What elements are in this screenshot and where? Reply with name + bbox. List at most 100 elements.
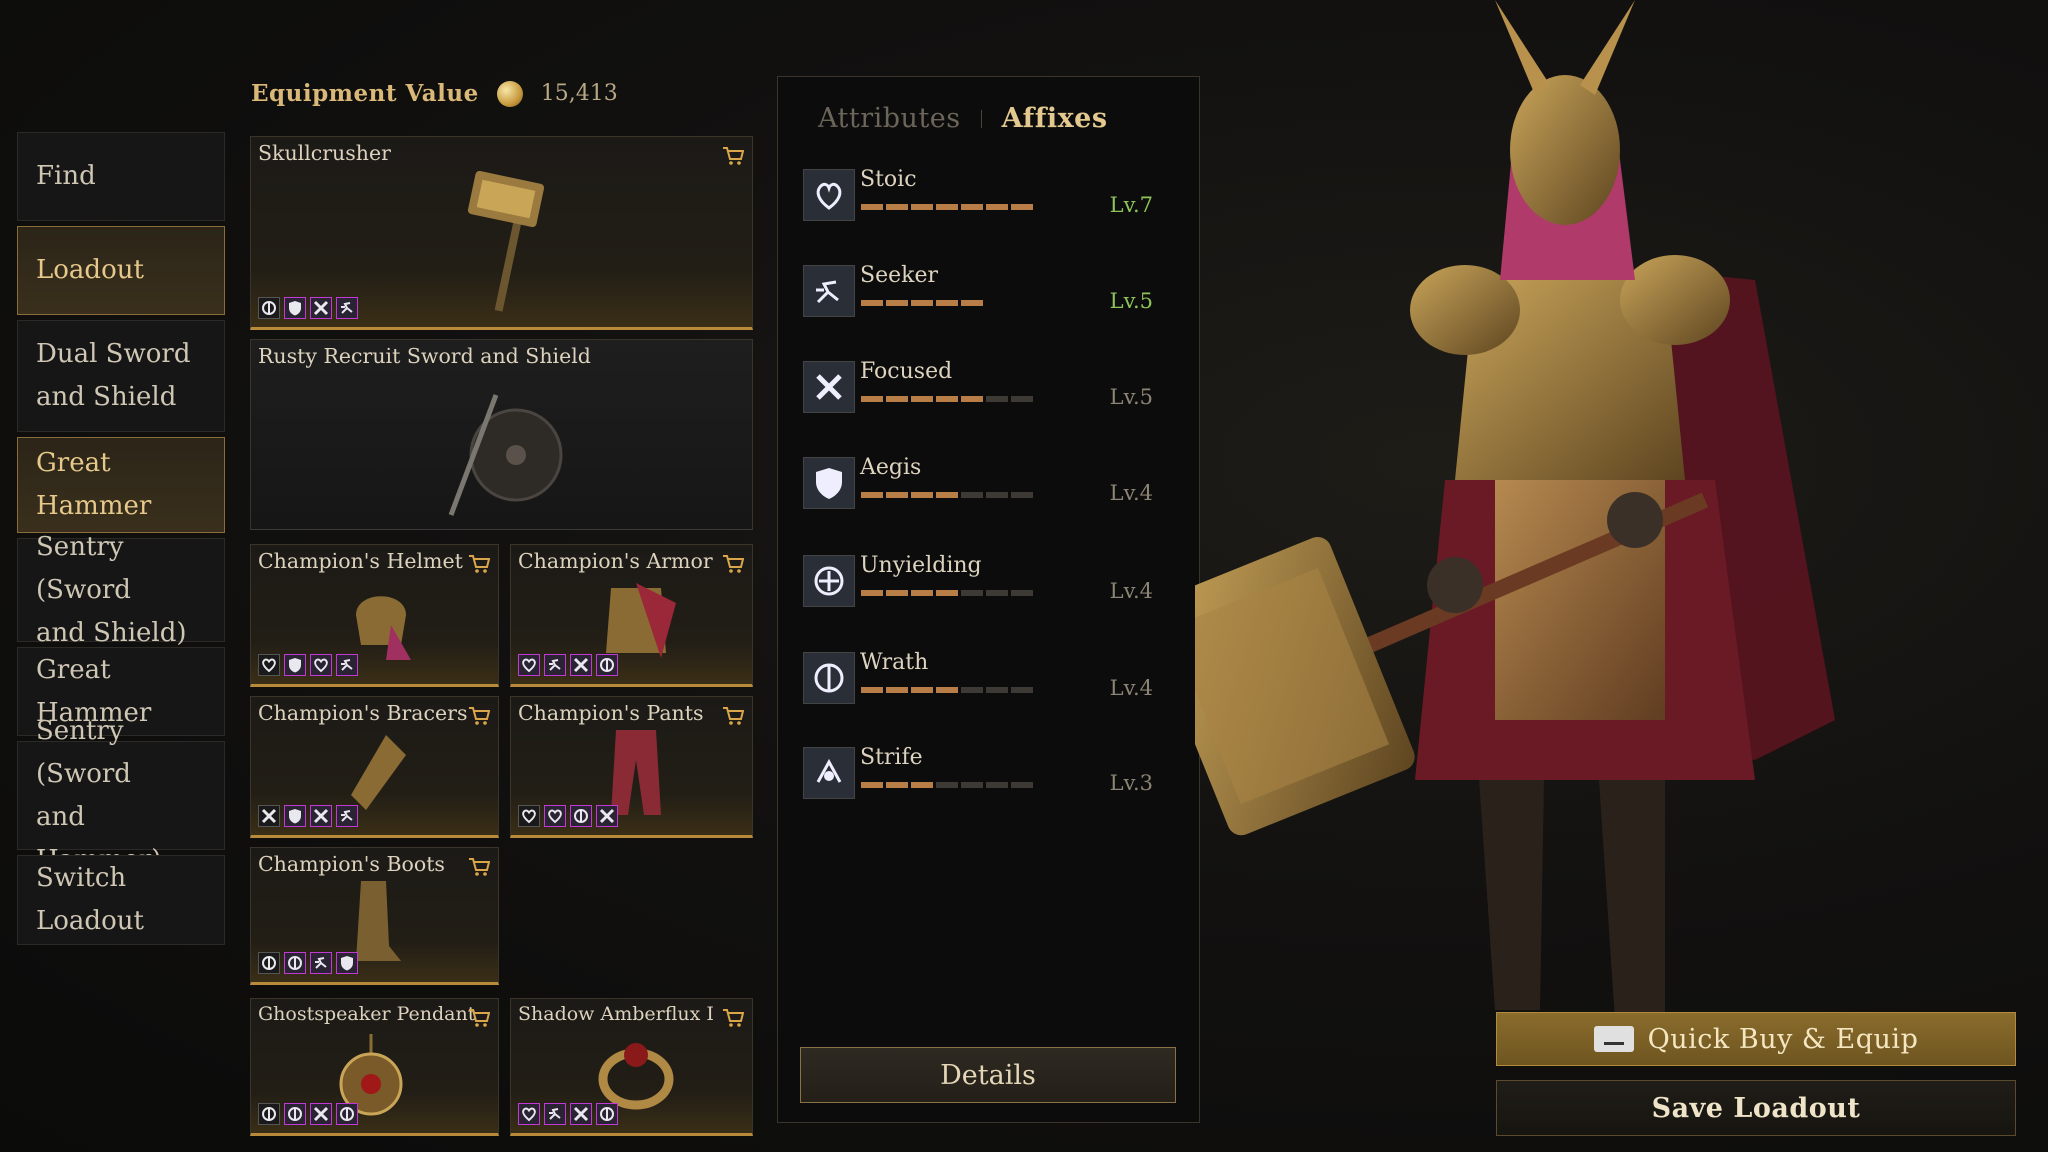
item-name: Shadow Amberflux I: [518, 1003, 714, 1025]
stoic-icon: [258, 654, 280, 676]
level-segment: [861, 396, 883, 402]
tab-affixes[interactable]: Affixes: [1002, 103, 1108, 134]
level-segment: [936, 590, 958, 596]
tab-attributes[interactable]: Attributes: [818, 103, 961, 134]
affix-icons: [518, 654, 618, 676]
cart-icon[interactable]: [722, 1007, 744, 1027]
character-model: [1195, 0, 1835, 1020]
unyielding-icon: [803, 555, 855, 607]
affix-icons: [258, 1103, 358, 1125]
wrath-icon: [258, 952, 280, 974]
details-button[interactable]: Details: [800, 1047, 1176, 1103]
stoic-icon: [803, 169, 855, 221]
item-card-rusty-recruit[interactable]: Rusty Recruit Sword and Shield: [250, 339, 753, 530]
cart-icon[interactable]: [468, 553, 490, 573]
affix-icons: [518, 1103, 618, 1125]
quick-buy-equip-button[interactable]: Quick Buy & Equip: [1496, 1012, 2016, 1066]
level-segment: [936, 687, 958, 693]
item-card-champions-pants[interactable]: Champion's Pants: [510, 696, 753, 838]
save-loadout-button[interactable]: Save Loadout: [1496, 1080, 2016, 1136]
level-segment: [861, 492, 883, 498]
aegis-icon: [803, 457, 855, 509]
affix-icons: [258, 805, 358, 827]
level-segment: [961, 204, 983, 210]
nav-item-find[interactable]: Find: [17, 132, 225, 221]
focused-icon: [310, 805, 332, 827]
affix-row-unyielding[interactable]: Unyielding Lv.4: [803, 553, 1173, 615]
nav-item-loadout[interactable]: Loadout: [17, 226, 225, 315]
level-segment: [1011, 396, 1033, 402]
item-name: Champion's Helmet: [258, 549, 463, 573]
item-card-champions-helmet[interactable]: Champion's Helmet: [250, 544, 499, 687]
item-card-ghostspeaker-pendant[interactable]: Ghostspeaker Pendant: [250, 998, 499, 1136]
coin-icon: [496, 80, 523, 107]
level-segment: [886, 687, 908, 693]
item-card-shadow-amberflux[interactable]: Shadow Amberflux I: [510, 998, 753, 1136]
level-segment: [936, 492, 958, 498]
focused-icon: [803, 361, 855, 413]
focused-icon: [310, 297, 332, 319]
item-name: Champion's Bracers: [258, 701, 468, 725]
nav-item-sentry-sword-and-shield[interactable]: Sentry (Sword and Shield): [17, 532, 225, 648]
item-card-skullcrusher[interactable]: Skullcrusher: [250, 136, 753, 330]
affix-row-focused[interactable]: Focused Lv.5: [803, 359, 1173, 421]
seeker-icon: [544, 1103, 566, 1125]
level-segment: [861, 204, 883, 210]
wrath-icon: [596, 1103, 618, 1125]
level-segment: [911, 687, 933, 693]
affix-row-seeker[interactable]: Seeker Lv.5: [803, 263, 1173, 325]
aegis-icon: [336, 952, 358, 974]
bracers-art: [351, 735, 406, 810]
affix-level: Lv.5: [1109, 385, 1153, 409]
cart-icon[interactable]: [468, 1007, 490, 1027]
item-card-champions-boots[interactable]: Champion's Boots: [250, 847, 499, 985]
cart-icon[interactable]: [468, 705, 490, 725]
wrath-icon: [284, 1103, 306, 1125]
affix-row-strife[interactable]: Strife Lv.3: [803, 745, 1173, 807]
affix-level: Lv.3: [1109, 771, 1153, 795]
level-segment: [1011, 590, 1033, 596]
affix-level-bar: [861, 590, 1033, 596]
level-segment: [1011, 782, 1033, 788]
level-segment: [936, 782, 958, 788]
level-segment: [936, 204, 958, 210]
cart-icon[interactable]: [722, 145, 744, 165]
item-name: Ghostspeaker Pendant: [258, 1003, 476, 1025]
level-segment: [986, 492, 1008, 498]
cart-icon[interactable]: [722, 553, 744, 573]
wrath-icon: [336, 1103, 358, 1125]
nav-item-switch-loadout[interactable]: Switch Loadout: [17, 855, 225, 945]
affix-panel: Attributes Affixes Stoic Lv.7 Seeker Lv.5 Fo…: [777, 76, 1200, 1123]
affix-icons: [518, 805, 618, 827]
level-segment: [911, 300, 933, 306]
seeker-icon: [336, 654, 358, 676]
level-segment: [911, 396, 933, 402]
item-card-champions-bracers[interactable]: Champion's Bracers: [250, 696, 499, 838]
wrath-icon: [570, 805, 592, 827]
quick-buy-label: Quick Buy & Equip: [1647, 1023, 1919, 1055]
level-segment: [936, 396, 958, 402]
affix-row-stoic[interactable]: Stoic Lv.7: [803, 167, 1173, 229]
affix-level: Lv.5: [1109, 289, 1153, 313]
nav-item-sentry-sword-and-hammer[interactable]: Sentry (Sword and Hammer): [17, 716, 225, 875]
level-segment: [961, 782, 983, 788]
hammer-art: [467, 170, 545, 312]
cart-icon[interactable]: [468, 856, 490, 876]
affix-name: Aegis: [860, 455, 922, 480]
nav-item-great-hammer-active[interactable]: Great Hammer: [17, 437, 225, 533]
item-name: Rusty Recruit Sword and Shield: [258, 344, 591, 368]
nav-item-dual-sword-and-shield[interactable]: Dual Sword and Shield: [17, 320, 225, 432]
level-segment: [861, 590, 883, 596]
item-card-champions-armor[interactable]: Champion's Armor: [510, 544, 753, 687]
affix-level: Lv.4: [1109, 579, 1153, 603]
affix-row-wrath[interactable]: Wrath Lv.4: [803, 650, 1173, 712]
affix-row-aegis[interactable]: Aegis Lv.4: [803, 455, 1173, 517]
level-segment: [986, 204, 1008, 210]
stoic-icon: [544, 805, 566, 827]
seeker-icon: [310, 952, 332, 974]
affix-name: Stoic: [860, 167, 917, 192]
ring-art: [598, 1043, 674, 1110]
level-segment: [986, 396, 1008, 402]
level-segment: [911, 590, 933, 596]
cart-icon[interactable]: [722, 705, 744, 725]
